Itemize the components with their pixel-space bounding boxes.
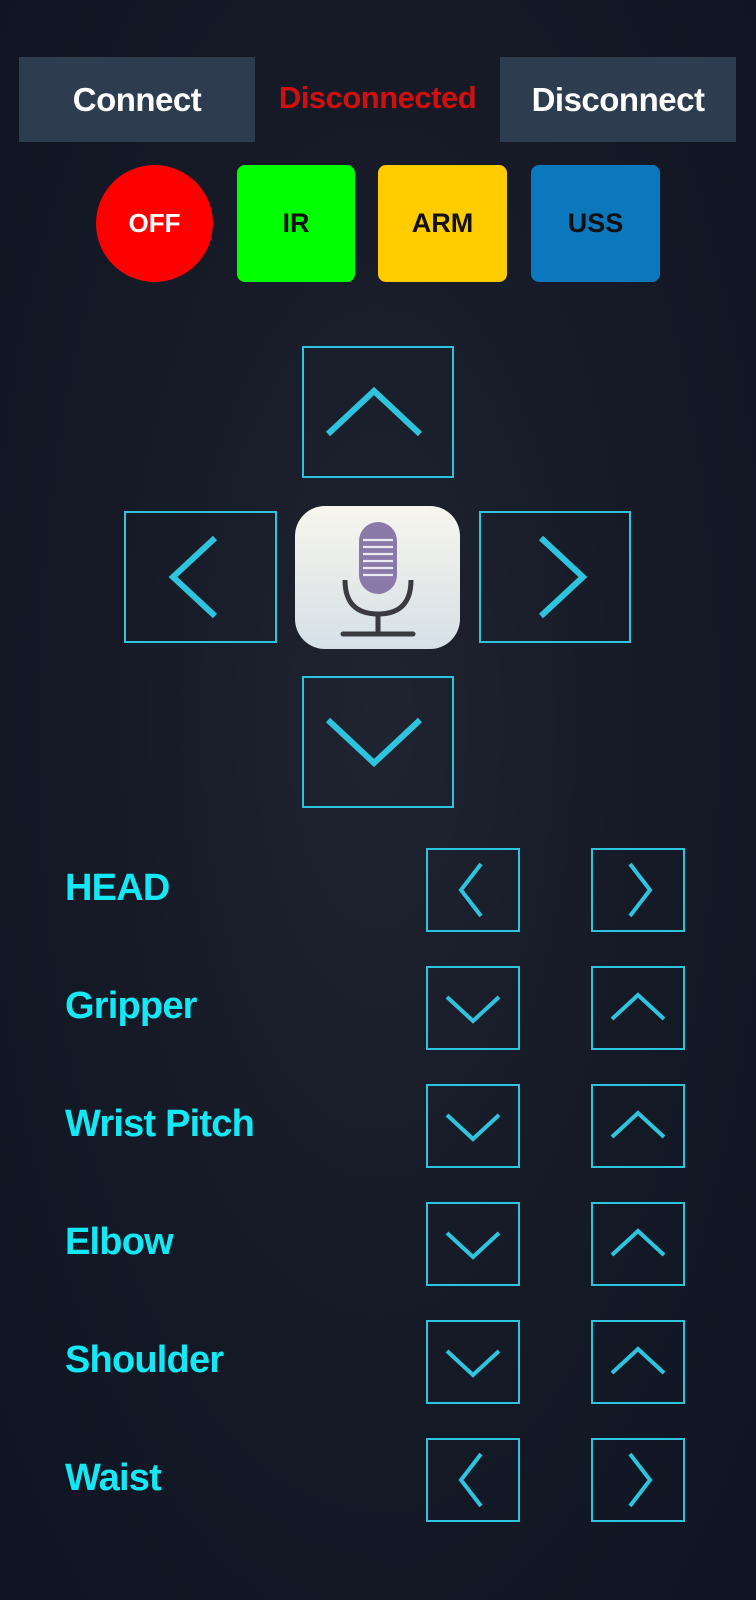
joint-label-head: HEAD — [65, 867, 170, 909]
chevron-up-icon — [325, 386, 423, 437]
connection-status: Disconnected — [278, 80, 477, 115]
head-left-button[interactable] — [426, 848, 520, 932]
shoulder-down-button[interactable] — [426, 1320, 520, 1404]
mode-ir-button[interactable]: IR — [237, 165, 355, 282]
dpad-left-button[interactable] — [124, 511, 277, 643]
mode-off-button[interactable]: OFF — [96, 165, 213, 282]
connect-button[interactable]: Connect — [19, 57, 255, 142]
chevron-down-icon — [445, 1231, 501, 1260]
chevron-up-icon — [610, 1346, 666, 1375]
chevron-down-icon — [325, 717, 423, 768]
chevron-right-icon — [538, 535, 588, 619]
chevron-left-icon — [458, 1452, 483, 1508]
shoulder-up-button[interactable] — [591, 1320, 685, 1404]
dpad-right-button[interactable] — [479, 511, 631, 643]
gripper-down-button[interactable] — [426, 966, 520, 1050]
chevron-right-icon — [628, 1452, 653, 1508]
chevron-down-icon — [445, 1113, 501, 1142]
dpad-down-button[interactable] — [302, 676, 454, 808]
voice-command-button[interactable] — [295, 506, 460, 649]
head-right-button[interactable] — [591, 848, 685, 932]
chevron-up-icon — [610, 992, 666, 1021]
microphone-icon — [340, 521, 415, 636]
elbow-down-button[interactable] — [426, 1202, 520, 1286]
waist-left-button[interactable] — [426, 1438, 520, 1522]
joint-label-elbow: Elbow — [65, 1221, 174, 1263]
wrist-pitch-up-button[interactable] — [591, 1084, 685, 1168]
chevron-down-icon — [445, 1349, 501, 1378]
waist-right-button[interactable] — [591, 1438, 685, 1522]
joint-label-wrist-pitch: Wrist Pitch — [65, 1103, 255, 1145]
joint-label-waist: Waist — [65, 1457, 162, 1499]
chevron-up-icon — [610, 1110, 666, 1139]
chevron-up-icon — [610, 1228, 666, 1257]
chevron-left-icon — [458, 862, 483, 918]
elbow-up-button[interactable] — [591, 1202, 685, 1286]
joint-label-shoulder: Shoulder — [65, 1339, 224, 1381]
gripper-up-button[interactable] — [591, 966, 685, 1050]
mode-arm-button[interactable]: ARM — [378, 165, 507, 282]
chevron-right-icon — [628, 862, 653, 918]
dpad-up-button[interactable] — [302, 346, 454, 478]
mode-uss-button[interactable]: USS — [531, 165, 660, 282]
disconnect-button[interactable]: Disconnect — [500, 57, 736, 142]
chevron-left-icon — [168, 535, 217, 619]
chevron-down-icon — [445, 995, 501, 1024]
joint-label-gripper: Gripper — [65, 985, 197, 1027]
wrist-pitch-down-button[interactable] — [426, 1084, 520, 1168]
